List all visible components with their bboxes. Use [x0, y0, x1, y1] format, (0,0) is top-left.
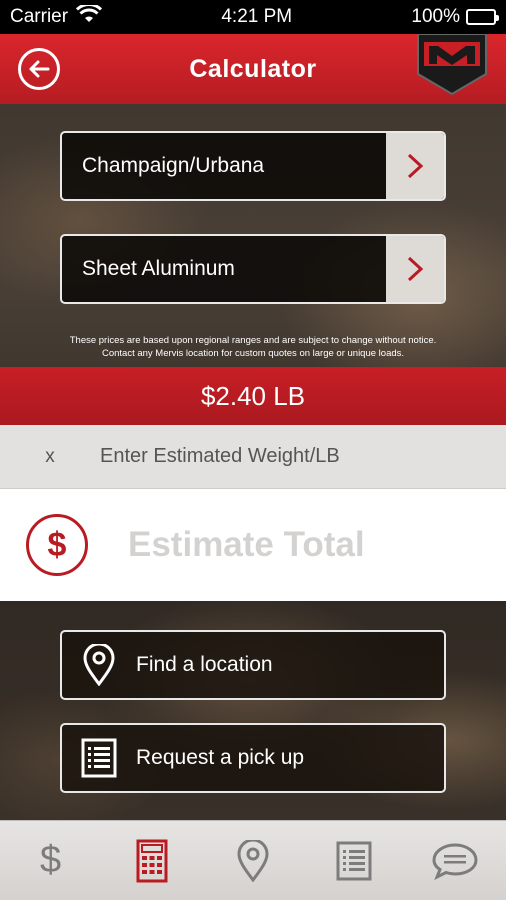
material-selector[interactable]: Sheet Aluminum — [60, 234, 446, 304]
find-location-label: Find a location — [136, 653, 273, 676]
dollar-icon: $ — [26, 514, 88, 576]
tab-locations[interactable] — [213, 821, 293, 900]
dollar-tab-icon: $ — [40, 839, 62, 881]
carrier-label: Carrier — [10, 6, 69, 27]
app-header: Calculator — [0, 33, 506, 104]
chevron-right-icon — [386, 133, 444, 199]
mervis-logo — [416, 33, 488, 96]
find-location-button[interactable]: Find a location — [60, 630, 446, 700]
estimate-row: $ Estimate Total — [0, 489, 506, 601]
material-label: Sheet Aluminum — [82, 257, 235, 280]
request-pickup-label: Request a pick up — [136, 746, 305, 769]
tab-bar: $ — [0, 820, 506, 900]
location-label: Champaign/Urbana — [82, 154, 265, 177]
wifi-icon — [76, 3, 103, 29]
tab-prices[interactable]: $ — [11, 821, 91, 900]
back-button[interactable] — [18, 48, 60, 90]
chat-icon — [432, 842, 478, 880]
clock: 4:21 PM — [221, 6, 293, 27]
back-arrow-icon — [29, 60, 50, 78]
tab-pickup[interactable] — [314, 821, 394, 900]
tab-calculator[interactable] — [112, 821, 192, 900]
map-pin-icon — [62, 644, 136, 686]
chevron-right-icon — [386, 236, 444, 302]
battery-icon — [466, 9, 499, 25]
location-selector[interactable]: Champaign/Urbana — [60, 131, 446, 201]
map-pin-icon — [237, 839, 269, 882]
multiply-label: x — [45, 445, 55, 467]
battery-percent: 100% — [411, 6, 460, 27]
request-pickup-button[interactable]: Request a pick up — [60, 723, 446, 793]
price-display: $2.40 LB — [0, 367, 506, 425]
status-bar: Carrier 4:21 PM 100% — [0, 0, 506, 34]
weight-row: x — [0, 425, 506, 489]
weight-input[interactable] — [100, 445, 400, 468]
tab-contact[interactable] — [415, 821, 495, 900]
list-icon — [336, 841, 372, 880]
page-title: Calculator — [189, 54, 317, 83]
price-disclaimer: These prices are based upon regional ran… — [69, 335, 437, 359]
list-icon — [62, 738, 136, 778]
estimate-total: Estimate Total — [128, 525, 365, 564]
calculator-icon — [136, 839, 168, 882]
price-value: $2.40 LB — [200, 380, 306, 411]
